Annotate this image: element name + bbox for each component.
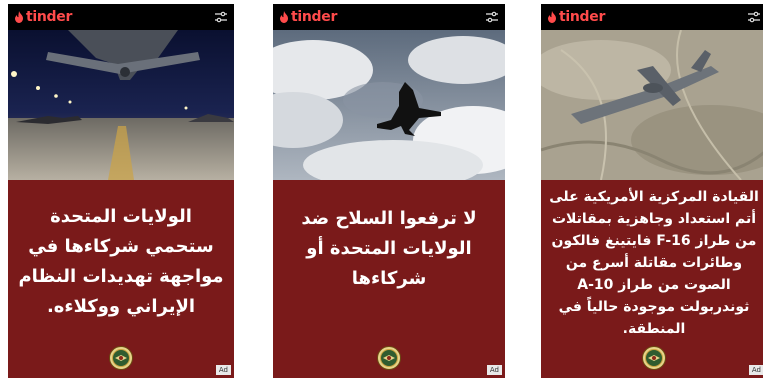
brand-wordmark: tinder xyxy=(291,9,338,25)
ad-photo-airbase-night xyxy=(8,30,234,180)
tinder-flame-icon xyxy=(15,11,23,23)
ad-card-3[interactable]: tinder القيادة المركزية الأمريكية على أت… xyxy=(541,4,763,378)
ad-headline: لا ترفعوا السلاح ضد الولايات المتحدة أو … xyxy=(301,208,477,289)
ad-card-2[interactable]: tinder لا ترفعوا السلاح ضد الولايات المت… xyxy=(273,4,505,378)
centcom-seal-icon xyxy=(377,346,401,370)
ad-photo-jet-in-clouds xyxy=(273,30,505,180)
ad-photo-a10-over-desert xyxy=(541,30,763,180)
filter-icon[interactable] xyxy=(485,11,499,23)
tinder-logo: tinder xyxy=(547,9,605,25)
brand-wordmark: tinder xyxy=(559,9,606,25)
ad-badge: Ad xyxy=(215,365,231,375)
ad-badge: Ad xyxy=(486,365,502,375)
ad-card-1[interactable]: tinder الولايات المتحدة ستحمي شركاءها في… xyxy=(8,4,234,378)
tinder-flame-icon xyxy=(280,11,288,23)
ad-headline: القيادة المركزية الأمريكية على أتم استعد… xyxy=(549,189,759,337)
centcom-seal-icon xyxy=(642,346,666,370)
tinder-flame-icon xyxy=(548,11,556,23)
ad-headline: الولايات المتحدة ستحمي شركاءها في مواجهة… xyxy=(18,206,224,317)
filter-icon[interactable] xyxy=(214,11,228,23)
ad-badge: Ad xyxy=(748,365,763,375)
tinder-logo: tinder xyxy=(14,9,72,25)
filter-icon[interactable] xyxy=(747,11,761,23)
tinder-logo: tinder xyxy=(279,9,337,25)
brand-wordmark: tinder xyxy=(26,9,73,25)
app-topbar: tinder xyxy=(273,4,505,30)
app-topbar: tinder xyxy=(8,4,234,30)
centcom-seal-icon xyxy=(109,346,133,370)
app-topbar: tinder xyxy=(541,4,763,30)
